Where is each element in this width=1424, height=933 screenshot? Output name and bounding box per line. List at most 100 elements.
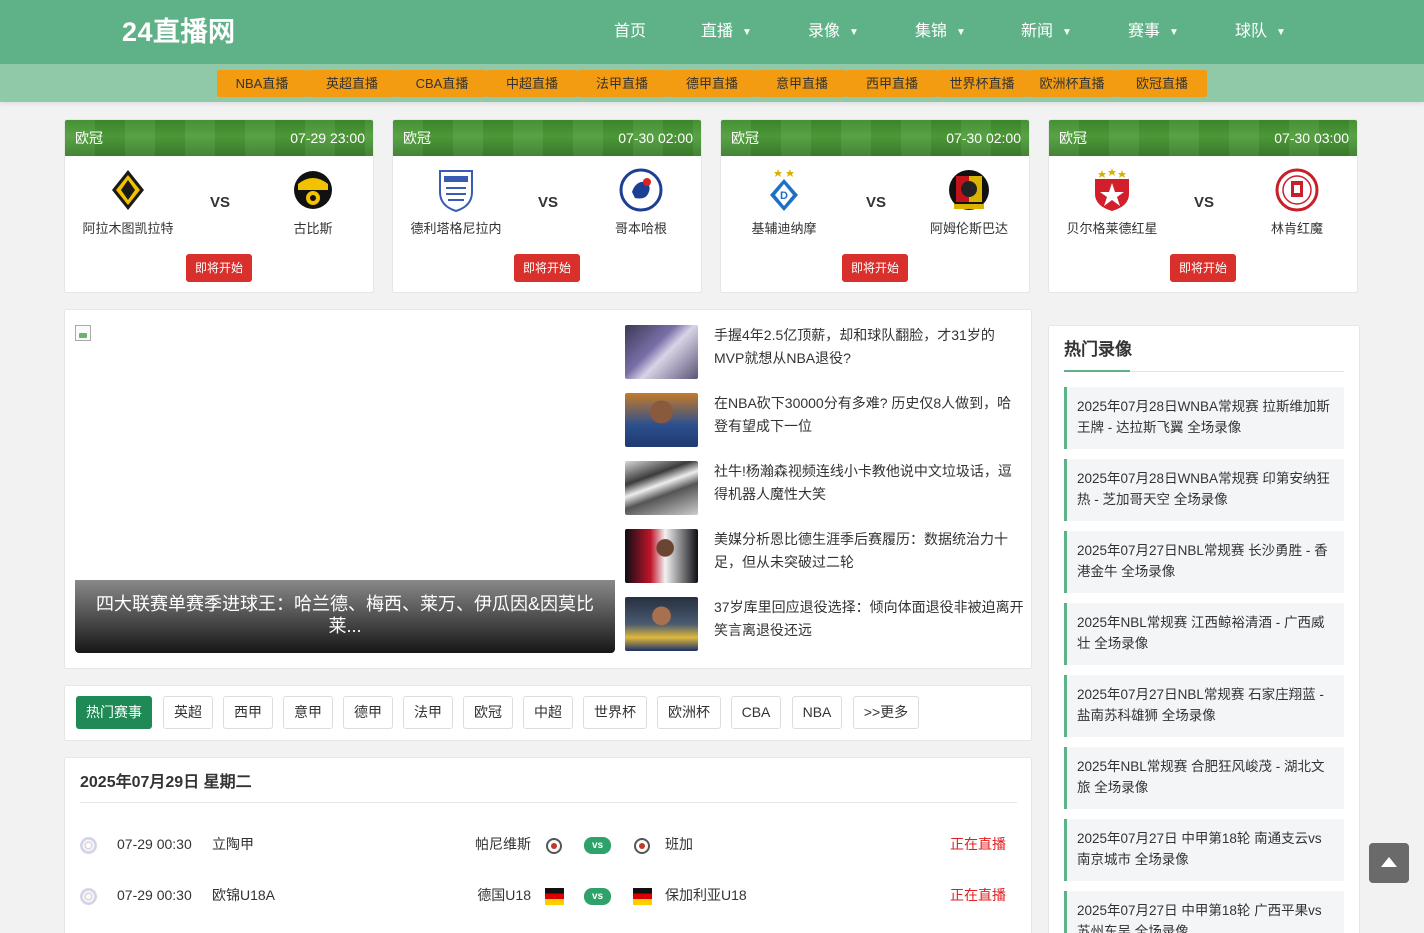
vs-label: VS	[537, 194, 558, 211]
subnav-seriea[interactable]: 意甲直播	[757, 70, 847, 97]
nav-home[interactable]: 首页	[614, 20, 646, 44]
match-card[interactable]: 欧冠 07-29 23:00 阿拉木图凯拉特 古比斯 VS 即将开始	[64, 119, 374, 293]
filter-ligue1[interactable]: 法甲	[403, 696, 453, 729]
filter-euro[interactable]: 欧洲杯	[657, 696, 721, 729]
news-thumbnail[interactable]	[625, 393, 698, 447]
vs-label: VS	[209, 194, 230, 211]
replay-item[interactable]: 2025年NBL常规赛 江西鲸裕清酒 - 广西威壮 全场录像	[1064, 603, 1344, 665]
vs-label: VS	[865, 194, 886, 211]
red-star-logo-icon	[1095, 168, 1129, 211]
upcoming-button[interactable]: 即将开始	[514, 254, 580, 282]
filter-worldcup[interactable]: 世界杯	[583, 696, 647, 729]
filter-hot[interactable]: 热门赛事	[76, 696, 152, 729]
filter-laliga[interactable]: 西甲	[223, 696, 273, 729]
news-title[interactable]: 37岁库里回应退役选择：倾向体面退役非被迫离开 笑言离退役还远	[714, 596, 1024, 642]
copenhagen-logo-icon	[619, 168, 663, 212]
back-to-top-button[interactable]	[1369, 843, 1409, 883]
replay-item[interactable]: 2025年07月27日 中甲第18轮 南通支云vs南京城市 全场录像	[1064, 819, 1344, 881]
subnav-ucl[interactable]: 欧冠直播	[1117, 70, 1207, 97]
nav-label: 直播	[701, 23, 734, 40]
news-thumbnail[interactable]	[625, 325, 698, 379]
match-time: 07-29 00:30	[117, 887, 192, 903]
filter-seriea[interactable]: 意甲	[283, 696, 333, 729]
home-team-name: 阿拉木图凯拉特	[82, 221, 174, 236]
subnav-cba[interactable]: CBA直播	[397, 70, 487, 97]
replay-item[interactable]: 2025年07月27日NBL常规赛 石家庄翔蓝 - 盐南苏科雄狮 全场录像	[1064, 675, 1344, 737]
vs-badge: vs	[584, 888, 611, 905]
away-team-name[interactable]: 班加	[665, 834, 693, 854]
replay-item[interactable]: 2025年NBL常规赛 合肥狂风峻茂 - 湖北文旅 全场录像	[1064, 747, 1344, 809]
filter-csl[interactable]: 中超	[523, 696, 573, 729]
replay-item[interactable]: 2025年07月27日 中甲第18轮 广西平果vs苏州东吴 全场录像	[1064, 891, 1344, 933]
away-team-name: 哥本哈根	[614, 221, 667, 236]
chevron-down-icon: ▼	[1276, 27, 1286, 38]
news-title[interactable]: 社牛!杨瀚森视频连线小卡教他说中文垃圾话，逗得机器人魔性大笑	[714, 460, 1024, 506]
replay-item[interactable]: 2025年07月28日WNBA常规赛 拉斯维加斯王牌 - 达拉斯飞翼 全场录像	[1064, 387, 1344, 449]
match-time: 07-29 23:00	[290, 130, 365, 146]
home-team-name[interactable]: 德国U18	[431, 885, 531, 905]
filter-ucl[interactable]: 欧冠	[463, 696, 513, 729]
match-league[interactable]: 欧锦U18A	[212, 885, 275, 905]
subnav-euro[interactable]: 欧洲杯直播	[1027, 70, 1117, 97]
football-icon	[634, 838, 650, 854]
match-card[interactable]: 欧冠 07-30 02:00 D 基辅迪纳摩 阿姆伦斯巴达 VS 即将开始	[720, 119, 1030, 293]
subnav-laliga[interactable]: 西甲直播	[847, 70, 937, 97]
upcoming-button[interactable]: 即将开始	[1170, 254, 1236, 282]
dynamo-kyiv-logo-icon: D	[770, 169, 798, 211]
football-icon	[546, 838, 562, 854]
away-team-name: 林肯红魔	[1270, 221, 1323, 236]
home-team-name[interactable]: 帕尼维斯	[431, 834, 531, 854]
nav-label: 首页	[614, 23, 647, 40]
match-card-header: 欧冠 07-29 23:00	[65, 120, 373, 156]
live-status-link[interactable]: 正在直播	[950, 834, 1006, 854]
subnav-bundesliga[interactable]: 德甲直播	[667, 70, 757, 97]
home-team-name: 基辅迪纳摩	[751, 221, 817, 236]
nav-events[interactable]: 赛事 ▼	[1128, 20, 1179, 44]
nav-label: 新闻	[1021, 23, 1054, 40]
live-status-link[interactable]: 正在直播	[950, 885, 1006, 905]
match-card[interactable]: 欧冠 07-30 02:00 德利塔格尼拉内 哥本哈根 VS 即将开始	[392, 119, 702, 293]
news-thumbnail[interactable]	[625, 529, 698, 583]
spartak-logo-icon	[949, 170, 989, 210]
news-thumbnail[interactable]	[625, 461, 698, 515]
away-team-name[interactable]: 保加利亚U18	[665, 885, 747, 905]
upcoming-button[interactable]: 即将开始	[842, 254, 908, 282]
subnav-epl[interactable]: 英超直播	[307, 70, 397, 97]
nav-news[interactable]: 新闻 ▼	[1021, 20, 1072, 44]
nav-label: 球队	[1235, 23, 1268, 40]
nav-highlights[interactable]: 集锦 ▼	[915, 20, 966, 44]
filter-nba[interactable]: NBA	[792, 696, 842, 729]
match-card[interactable]: 欧冠 07-30 03:00 贝尔格莱德红星 林肯红魔 VS 即将开始	[1048, 119, 1358, 293]
vs-badge: vs	[584, 837, 611, 854]
nav-replay[interactable]: 录像 ▼	[808, 20, 859, 44]
title-underline	[1064, 370, 1130, 372]
sidebar-title: 热门录像	[1064, 340, 1132, 359]
site-logo[interactable]: 24直播网	[122, 14, 236, 50]
hero-caption[interactable]: 四大联赛单赛季进球王：哈兰德、梅西、莱万、伊瓜因&因莫比莱...	[75, 580, 615, 653]
chevron-down-icon: ▼	[1169, 27, 1179, 38]
match-league: 欧冠	[731, 130, 759, 146]
nav-teams[interactable]: 球队 ▼	[1235, 20, 1286, 44]
replay-item[interactable]: 2025年07月28日WNBA常规赛 印第安纳狂热 - 芝加哥天空 全场录像	[1064, 459, 1344, 521]
news-title[interactable]: 手握4年2.5亿顶薪，却和球队翻脸，才31岁的MVP就想从NBA退役?	[714, 324, 1024, 370]
nav-live[interactable]: 直播 ▼	[701, 20, 752, 44]
news-thumbnail[interactable]	[625, 597, 698, 651]
news-title[interactable]: 美媒分析恩比德生涯季后赛履历：数据统治力十足，但从未突破过二轮	[714, 528, 1024, 574]
filter-more[interactable]: >>更多	[853, 696, 919, 729]
subnav-ligue1[interactable]: 法甲直播	[577, 70, 667, 97]
filter-cba[interactable]: CBA	[731, 696, 781, 729]
away-team-name: 古比斯	[293, 221, 333, 236]
chevron-down-icon: ▼	[1062, 27, 1072, 38]
subnav-nba[interactable]: NBA直播	[217, 70, 307, 97]
match-league[interactable]: 立陶甲	[212, 834, 254, 854]
news-title[interactable]: 在NBA砍下30000分有多难? 历史仅8人做到，哈登有望成下一位	[714, 392, 1024, 438]
subnav-worldcup[interactable]: 世界杯直播	[937, 70, 1027, 97]
match-time: 07-30 02:00	[946, 130, 1021, 146]
filter-bundesliga[interactable]: 德甲	[343, 696, 393, 729]
subnav-csl[interactable]: 中超直播	[487, 70, 577, 97]
drita-logo-icon	[439, 170, 473, 212]
replay-item[interactable]: 2025年07月27日NBL常规赛 长沙勇胜 - 香港金牛 全场录像	[1064, 531, 1344, 593]
lincoln-red-imps-logo-icon	[1275, 168, 1319, 212]
filter-epl[interactable]: 英超	[163, 696, 213, 729]
upcoming-button[interactable]: 即将开始	[186, 254, 252, 282]
